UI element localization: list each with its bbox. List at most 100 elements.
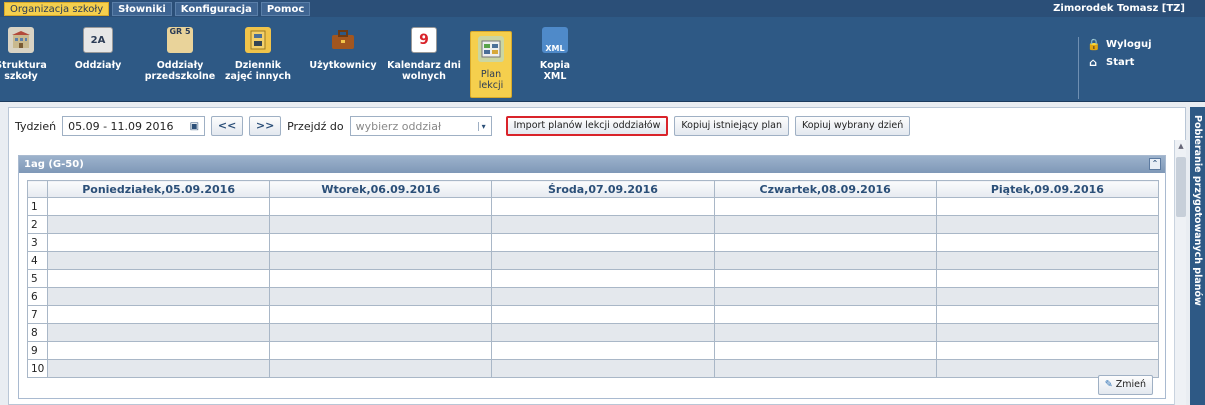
lesson-number: 1 [27,197,48,216]
tool-uzytkownicy[interactable]: Użytkownicy [309,23,377,97]
table-row: 1 [27,197,1160,216]
week-label: Tydzień [15,119,57,133]
lesson-cell[interactable] [713,305,937,324]
briefcase-icon [330,27,356,53]
lesson-cell[interactable] [713,341,937,360]
lesson-cell[interactable] [46,341,271,360]
lesson-cell[interactable] [491,269,715,288]
tool-struktura-szkoly[interactable]: Struktura szkoły [0,23,47,97]
tool-oddzialy-przedszkolne[interactable]: GR 5 Oddziały przedszkolne [143,23,217,97]
lesson-cell[interactable] [269,359,493,378]
lesson-cell[interactable] [269,323,493,342]
lesson-cell[interactable] [935,323,1160,342]
lesson-cell[interactable] [935,251,1160,270]
import-plans-button[interactable]: Import planów lekcji oddziałów [505,116,669,136]
home-icon: ⌂ [1089,55,1097,69]
week-picker[interactable]: 05.09 - 11.09 2016 ▣ [62,116,206,136]
lock-icon: 🔒 [1087,37,1101,51]
edit-button-label: Zmień [1115,379,1146,390]
lesson-cell[interactable] [269,305,493,324]
lesson-cell[interactable] [935,341,1160,360]
lesson-cell[interactable] [935,233,1160,252]
preschool-icon: GR 5 [167,27,193,53]
lesson-cell[interactable] [713,287,937,306]
previous-week-button[interactable]: << [211,116,244,136]
side-panel-toggle[interactable]: Pobieranie przygotowanych planów [1190,107,1205,405]
lesson-cell[interactable] [935,287,1160,306]
lesson-cell[interactable] [935,269,1160,288]
week-value: 05.09 - 11.09 2016 [68,119,174,133]
tool-plan-lekcji[interactable]: Plan lekcji [470,31,512,98]
lesson-cell[interactable] [269,341,493,360]
lesson-cell[interactable] [46,233,271,252]
edit-button[interactable]: ✎ Zmień [1097,375,1153,395]
start-link[interactable]: ⌂ Start [1087,55,1152,70]
lesson-cell[interactable] [713,251,937,270]
table-row: 3 [27,233,1160,252]
lesson-cell[interactable] [491,215,715,234]
lesson-cell[interactable] [269,197,493,216]
collapse-icon[interactable]: ⌃ [1149,158,1161,170]
lesson-cell[interactable] [46,215,271,234]
lesson-cell[interactable] [46,287,271,306]
chevron-down-icon[interactable]: ▾ [477,121,486,131]
class-select[interactable]: wybierz oddział ▾ [349,116,492,136]
lesson-cell[interactable] [713,359,937,378]
lesson-cell[interactable] [491,323,715,342]
vertical-scrollbar[interactable]: ▲ [1174,140,1186,405]
lesson-cell[interactable] [713,233,937,252]
menu-pomoc[interactable]: Pomoc [260,2,311,16]
lesson-cell[interactable] [935,305,1160,324]
next-week-button[interactable]: >> [249,116,282,136]
column-header-thursday: Czwartek,08.09.2016 [713,180,937,198]
tool-label: Kopia XML [539,60,571,82]
lesson-cell[interactable] [46,305,271,324]
lesson-cell[interactable] [491,305,715,324]
lesson-number: 9 [27,341,48,360]
lesson-cell[interactable] [46,323,271,342]
lesson-cell[interactable] [713,215,937,234]
logout-link[interactable]: 🔒 Wyloguj [1087,37,1152,52]
lesson-cell[interactable] [491,251,715,270]
lesson-cell[interactable] [491,359,715,378]
tool-kopia-xml[interactable]: XML Kopia XML [533,23,577,97]
lesson-cell[interactable] [269,251,493,270]
lesson-number: 10 [27,359,48,378]
calendar-picker-icon[interactable]: ▣ [190,121,199,132]
menu-slowniki[interactable]: Słowniki [112,2,172,16]
lesson-cell[interactable] [269,287,493,306]
tool-kalendarz-dni-wolnych[interactable]: 9 Kalendarz dni wolnych [385,23,463,97]
lesson-cell[interactable] [46,359,271,378]
lesson-cell[interactable] [491,233,715,252]
lesson-cell[interactable] [46,251,271,270]
lesson-cell[interactable] [713,197,937,216]
scroll-up-icon[interactable]: ▲ [1176,142,1186,150]
copy-selected-day-button[interactable]: Kopiuj wybrany dzień [794,116,911,136]
lesson-number: 2 [27,215,48,234]
table-header-row: Poniedziałek,05.09.2016 Wtorek,06.09.201… [27,180,1160,198]
tool-label: Oddziały przedszkolne [144,60,216,82]
lesson-cell[interactable] [491,341,715,360]
scrollbar-thumb[interactable] [1176,157,1186,217]
lesson-cell[interactable] [713,269,937,288]
main-menu: Organizacja szkoły Słowniki Konfiguracja… [4,2,311,16]
table-row: 5 [27,269,1160,288]
lesson-cell[interactable] [491,287,715,306]
lesson-cell[interactable] [269,215,493,234]
lesson-cell[interactable] [46,197,271,216]
lesson-cell[interactable] [935,197,1160,216]
tool-oddzialy[interactable]: 2A Oddziały [72,23,124,97]
lesson-cell[interactable] [46,269,271,288]
lesson-cell[interactable] [491,197,715,216]
logout-label: Wyloguj [1106,39,1152,50]
lesson-cell[interactable] [269,233,493,252]
lesson-cell[interactable] [713,323,937,342]
menu-organizacja-szkoly[interactable]: Organizacja szkoły [4,2,110,16]
lesson-cell[interactable] [935,215,1160,234]
lesson-cell[interactable] [269,269,493,288]
tool-dziennik-zajec-innych[interactable]: Dziennik zajęć innych [222,23,294,97]
pencil-icon: ✎ [1104,379,1113,390]
building-icon [8,27,34,53]
menu-konfiguracja[interactable]: Konfiguracja [174,2,258,16]
copy-existing-plan-button[interactable]: Kopiuj istniejący plan [674,116,789,136]
